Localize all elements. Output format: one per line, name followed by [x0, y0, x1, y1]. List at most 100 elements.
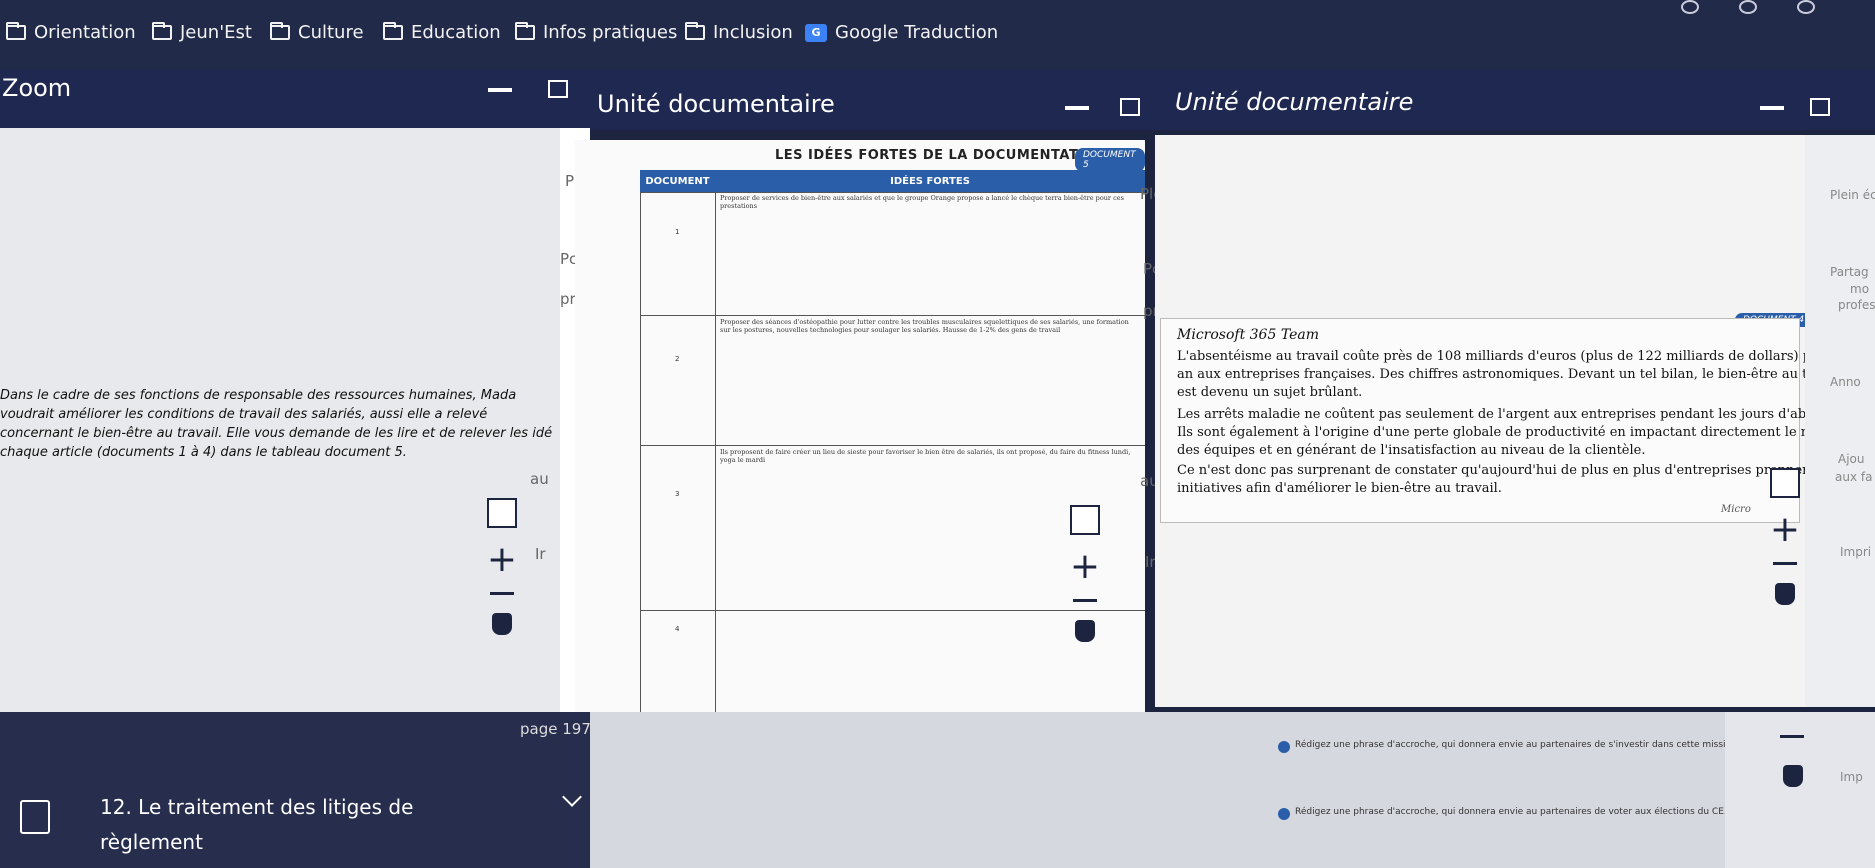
add-label[interactable]: Ajou	[1838, 452, 1865, 466]
table-row	[640, 192, 1145, 193]
zoom-out-button[interactable]	[1073, 599, 1097, 602]
instruction-line: Dans le cadre de ses fonctions de respon…	[0, 388, 517, 403]
folder-icon	[270, 22, 290, 40]
annotate-label[interactable]: Anno	[1830, 375, 1861, 389]
minimize-button[interactable]	[488, 88, 512, 92]
row-number: 4	[675, 625, 680, 633]
bookmark-education[interactable]: Education	[383, 22, 501, 43]
toc-panel	[0, 712, 590, 868]
unit2-title: Unité documentaire	[1175, 88, 1414, 116]
article-line: an aux entreprises françaises. Des chiff…	[1177, 367, 1845, 382]
article-source: Microsoft 365 Team	[1177, 327, 1319, 343]
bookmark-infos-pratiques[interactable]: Infos pratiques	[515, 22, 677, 43]
instruction-line: chaque article (documents 1 à 4) dans le…	[0, 445, 407, 460]
section-title-cont[interactable]: règlement	[100, 830, 203, 854]
instruction-line: concernant le bien-être au travail. Elle…	[0, 426, 553, 441]
zoom-controls: +	[482, 498, 522, 635]
add-label-cont: aux fa	[1835, 470, 1873, 484]
fullscreen-button[interactable]	[1070, 505, 1100, 535]
pan-tool-icon[interactable]	[492, 613, 512, 635]
google-translate-icon: G	[805, 23, 827, 42]
article-line: Ils sont également à l'origine d'une per…	[1177, 425, 1840, 440]
column-header-idees: IDÉES FORTES	[715, 170, 1145, 192]
task-bullet-icon	[1278, 808, 1290, 820]
share-label-cont: mo	[1850, 282, 1870, 296]
fullscreen-button[interactable]	[487, 498, 517, 528]
strip-text: Ir	[1145, 553, 1156, 571]
folder-icon	[6, 22, 26, 40]
document-table: LES IDÉES FORTES DE LA DOCUMENTATION DOC…	[575, 140, 1145, 720]
maximize-button[interactable]	[548, 80, 568, 98]
article-line: Les arrêts maladie ne coûtent pas seulem…	[1177, 407, 1848, 422]
pan-tool-icon[interactable]	[1783, 765, 1803, 787]
document-title: LES IDÉES FORTES DE LA DOCUMENTATION	[775, 148, 1107, 163]
strip-text: au	[530, 470, 549, 488]
zoom-controls: +	[1065, 505, 1105, 642]
article-footer: Micro	[1721, 504, 1751, 515]
bookmarks-bar: Orientation Jeun'Est Culture Education I…	[0, 0, 1875, 70]
article-line: L'absentéisme au travail coûte près de 1…	[1177, 349, 1826, 364]
article-line: des équipes et en générant de l'insatisf…	[1177, 443, 1646, 458]
menu-icon[interactable]	[1797, 0, 1815, 14]
table-cell-text: Proposer des séances d'ostéopathie pour …	[720, 318, 1129, 334]
row-number: 1	[675, 228, 680, 236]
profile-icon[interactable]	[1739, 0, 1757, 14]
print-label[interactable]: Imp	[1840, 770, 1863, 784]
browser-toolbar-icons	[1681, 0, 1815, 18]
zoom-out-button[interactable]	[1780, 735, 1804, 738]
bookmark-google-traduction[interactable]: G Google Traduction	[805, 22, 998, 43]
page-number: page 197	[520, 720, 591, 738]
bookmark-culture[interactable]: Culture	[270, 22, 364, 43]
article-line: initiatives afin d'améliorer le bien-êtr…	[1177, 481, 1502, 496]
bookmark-orientation[interactable]: Orientation	[6, 22, 136, 43]
row-number: 3	[675, 490, 680, 498]
unit2-window-header: Unité documentaire	[1155, 70, 1875, 130]
table-cell-text: Proposer de services de bien-être aux sa…	[720, 194, 1124, 210]
share-label[interactable]: Partag	[1830, 265, 1869, 279]
strip-text: Ir	[535, 545, 546, 563]
article-line: est devenu un sujet brûlant.	[1177, 385, 1363, 400]
zoom-in-button[interactable]: +	[1770, 512, 1800, 548]
table-border	[715, 192, 716, 720]
section-title[interactable]: 12. Le traitement des litiges de	[100, 795, 413, 819]
task-text: Rédigez une phrase d'accroche, qui donne…	[1295, 807, 1727, 817]
fullscreen-button[interactable]	[1770, 468, 1800, 498]
minimize-button[interactable]	[1760, 106, 1784, 110]
zoom-in-button[interactable]: +	[487, 542, 517, 578]
folder-icon	[383, 22, 403, 40]
zoom-window-header: Zoom	[0, 70, 575, 130]
zoom-title: Zoom	[2, 74, 72, 102]
task-panel	[590, 712, 1725, 868]
book-icon[interactable]	[20, 800, 50, 834]
extension-icon[interactable]	[1681, 0, 1699, 14]
maximize-button[interactable]	[1120, 98, 1140, 116]
task-bullet-icon	[1278, 741, 1290, 753]
row-number: 2	[675, 355, 680, 363]
strip-text: pr	[560, 290, 576, 308]
right-toolbar	[1805, 135, 1875, 707]
folder-icon	[685, 22, 705, 40]
article-line: Ce n'est donc pas surprenant de constate…	[1177, 463, 1843, 478]
pan-tool-icon[interactable]	[1775, 583, 1795, 605]
bookmark-inclusion[interactable]: Inclusion	[685, 22, 793, 43]
fullscreen-label[interactable]: Plein éc	[1830, 188, 1875, 202]
unit1-window-header: Unité documentaire	[575, 70, 1155, 130]
document-badge: DOCUMENT 5	[1075, 148, 1145, 172]
instruction-line: voudrait améliorer les conditions de tra…	[0, 407, 488, 422]
zoom-out-button[interactable]	[1773, 562, 1797, 565]
column-header-document: DOCUMENT	[640, 170, 715, 192]
zoom-controls: +	[1765, 468, 1805, 605]
bookmark-jeunest[interactable]: Jeun'Est	[152, 22, 252, 43]
minimize-button[interactable]	[1065, 106, 1089, 110]
maximize-button[interactable]	[1810, 98, 1830, 116]
table-row	[640, 315, 1145, 316]
table-border	[640, 192, 641, 720]
zoom-out-button[interactable]	[490, 592, 514, 595]
share-label-cont: profes	[1838, 298, 1875, 312]
article-document: Microsoft 365 Team L'absentéisme au trav…	[1160, 318, 1848, 523]
unit1-title: Unité documentaire	[597, 90, 835, 118]
print-label[interactable]: Impri	[1840, 545, 1871, 559]
zoom-in-button[interactable]: +	[1070, 549, 1100, 585]
folder-icon	[515, 22, 535, 40]
pan-tool-icon[interactable]	[1075, 620, 1095, 642]
